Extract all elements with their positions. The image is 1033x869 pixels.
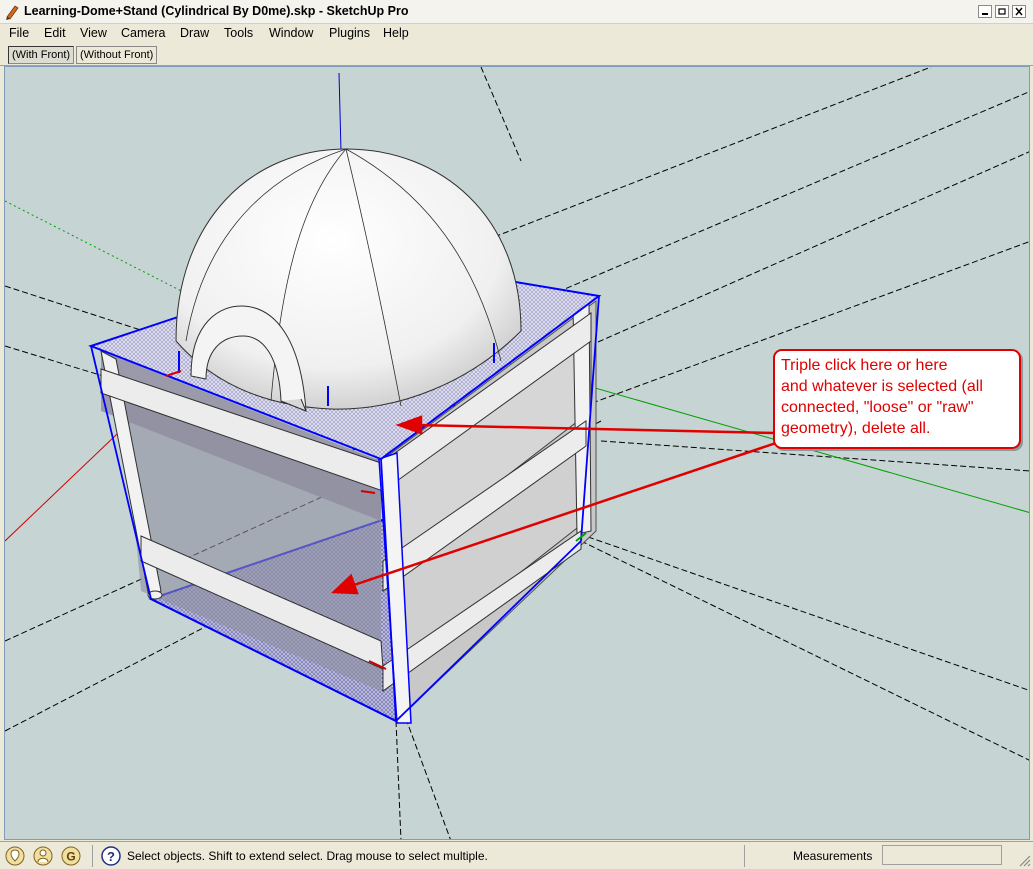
callout-line-1: Triple click here or here bbox=[781, 357, 948, 374]
annotation-callout: Triple click here or here and whatever i… bbox=[773, 349, 1021, 449]
minimize-button[interactable] bbox=[978, 5, 992, 18]
measurements-input[interactable] bbox=[882, 845, 1002, 865]
scene-tabs-bar: (With Front) (Without Front) bbox=[0, 44, 1033, 66]
google-sign-in-icon[interactable]: G bbox=[61, 846, 81, 866]
menu-tools[interactable]: Tools bbox=[224, 26, 253, 40]
geo-location-icon[interactable] bbox=[5, 846, 25, 866]
menu-edit[interactable]: Edit bbox=[44, 26, 66, 40]
status-separator bbox=[744, 845, 745, 867]
status-bar: G ? Select objects. Shift to extend sele… bbox=[0, 841, 1033, 869]
callout-line-4: geometry), delete all. bbox=[781, 420, 931, 437]
measurements-label: Measurements bbox=[793, 849, 873, 863]
maximize-button[interactable] bbox=[995, 5, 1009, 18]
callout-line-2: and whatever is selected (all bbox=[781, 378, 983, 395]
callout-line-3: connected, "loose" or "raw" bbox=[781, 399, 974, 416]
model-scene bbox=[5, 67, 1029, 839]
menu-window[interactable]: Window bbox=[269, 26, 313, 40]
pencil-icon bbox=[6, 5, 19, 20]
tab-without-front[interactable]: (Without Front) bbox=[76, 46, 158, 64]
minimize-icon bbox=[982, 13, 988, 15]
menu-bar: File Edit View Camera Draw Tools Window … bbox=[0, 24, 1033, 44]
status-message: Select objects. Shift to extend select. … bbox=[127, 849, 488, 863]
credits-icon[interactable] bbox=[33, 846, 53, 866]
dome bbox=[175, 148, 522, 412]
menu-plugins[interactable]: Plugins bbox=[329, 26, 370, 40]
svg-text:G: G bbox=[66, 850, 75, 864]
menu-camera[interactable]: Camera bbox=[121, 26, 165, 40]
menu-draw[interactable]: Draw bbox=[180, 26, 209, 40]
close-icon bbox=[1015, 7, 1023, 16]
tab-with-front[interactable]: (With Front) bbox=[8, 46, 75, 64]
menu-view[interactable]: View bbox=[80, 26, 107, 40]
modeling-viewport[interactable]: Triple click here or here and whatever i… bbox=[4, 66, 1030, 840]
close-button[interactable] bbox=[1012, 5, 1026, 18]
status-separator bbox=[92, 845, 93, 867]
title-bar: Learning-Dome+Stand (Cylindrical By D0me… bbox=[0, 0, 1033, 24]
window-title: Learning-Dome+Stand (Cylindrical By D0me… bbox=[24, 4, 409, 18]
menu-file[interactable]: File bbox=[9, 26, 29, 40]
help-icon[interactable]: ? bbox=[101, 846, 121, 866]
svg-text:?: ? bbox=[107, 849, 115, 864]
resize-grip-icon[interactable] bbox=[1017, 853, 1031, 867]
maximize-icon bbox=[998, 8, 1006, 15]
menu-help[interactable]: Help bbox=[383, 26, 409, 40]
